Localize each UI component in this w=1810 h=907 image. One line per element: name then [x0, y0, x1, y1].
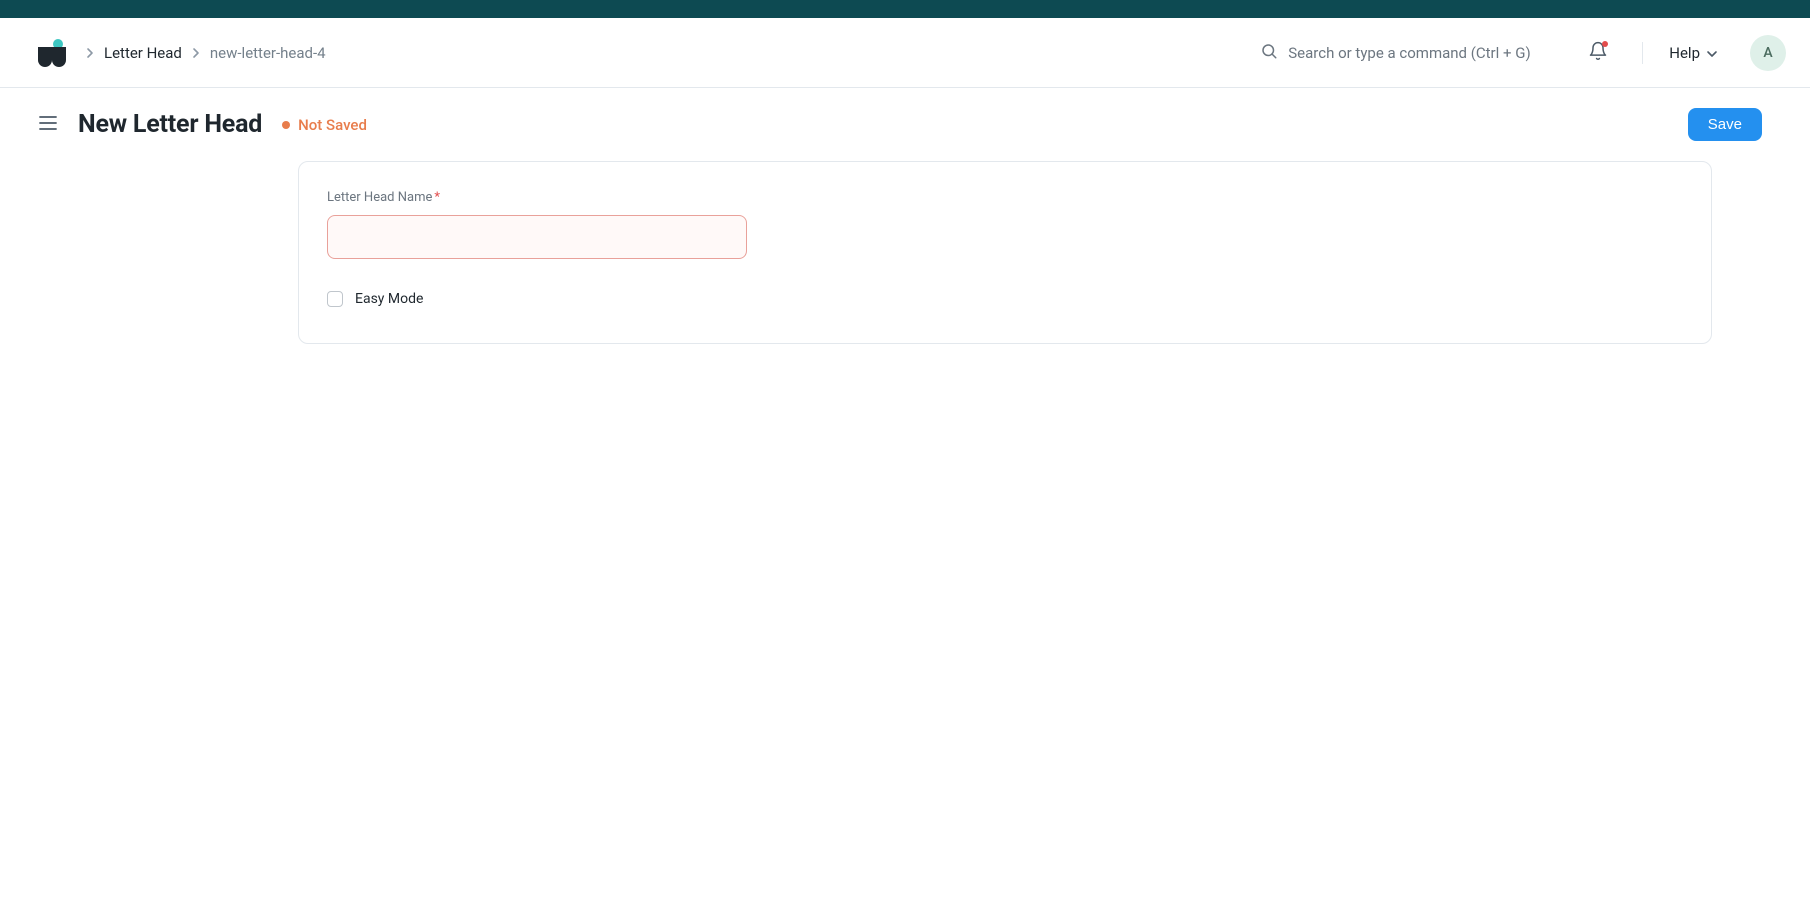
page-title: New Letter Head [78, 110, 262, 139]
breadcrumb-parent[interactable]: Letter Head [104, 44, 182, 62]
search-input[interactable]: Search or type a command (Ctrl + G) [1250, 36, 1550, 70]
chevron-right-icon [192, 47, 200, 59]
easy-mode-row: Easy Mode [327, 291, 1683, 307]
status-dot [282, 121, 290, 129]
search-icon [1260, 42, 1278, 64]
page-header: New Letter Head Not Saved Save [0, 88, 1810, 161]
breadcrumb-current: new-letter-head-4 [210, 44, 326, 62]
save-button[interactable]: Save [1688, 108, 1762, 141]
letter-head-name-input[interactable] [327, 215, 747, 259]
letter-head-name-label: Letter Head Name* [327, 190, 1683, 205]
notification-dot [1602, 41, 1608, 47]
status-label: Not Saved [298, 116, 367, 134]
main-content: Letter Head Name* Easy Mode [0, 161, 1810, 384]
form-card: Letter Head Name* Easy Mode [298, 161, 1712, 344]
divider [1642, 42, 1643, 64]
chevron-down-icon [1706, 44, 1718, 62]
breadcrumb: Letter Head new-letter-head-4 [86, 44, 326, 62]
notifications-button[interactable] [1580, 35, 1616, 71]
easy-mode-label[interactable]: Easy Mode [355, 291, 423, 307]
chevron-right-icon [86, 47, 94, 59]
help-dropdown[interactable]: Help [1669, 44, 1718, 62]
avatar[interactable]: A [1750, 35, 1786, 71]
browser-chrome [0, 0, 1810, 18]
menu-icon [38, 115, 58, 135]
easy-mode-checkbox[interactable] [327, 291, 343, 307]
status-badge: Not Saved [282, 116, 367, 134]
help-label: Help [1669, 44, 1700, 62]
search-placeholder: Search or type a command (Ctrl + G) [1288, 44, 1530, 62]
menu-button[interactable] [38, 115, 58, 135]
app-logo[interactable] [38, 39, 66, 67]
topbar: Letter Head new-letter-head-4 Search or … [0, 18, 1810, 88]
required-asterisk: * [434, 190, 440, 205]
